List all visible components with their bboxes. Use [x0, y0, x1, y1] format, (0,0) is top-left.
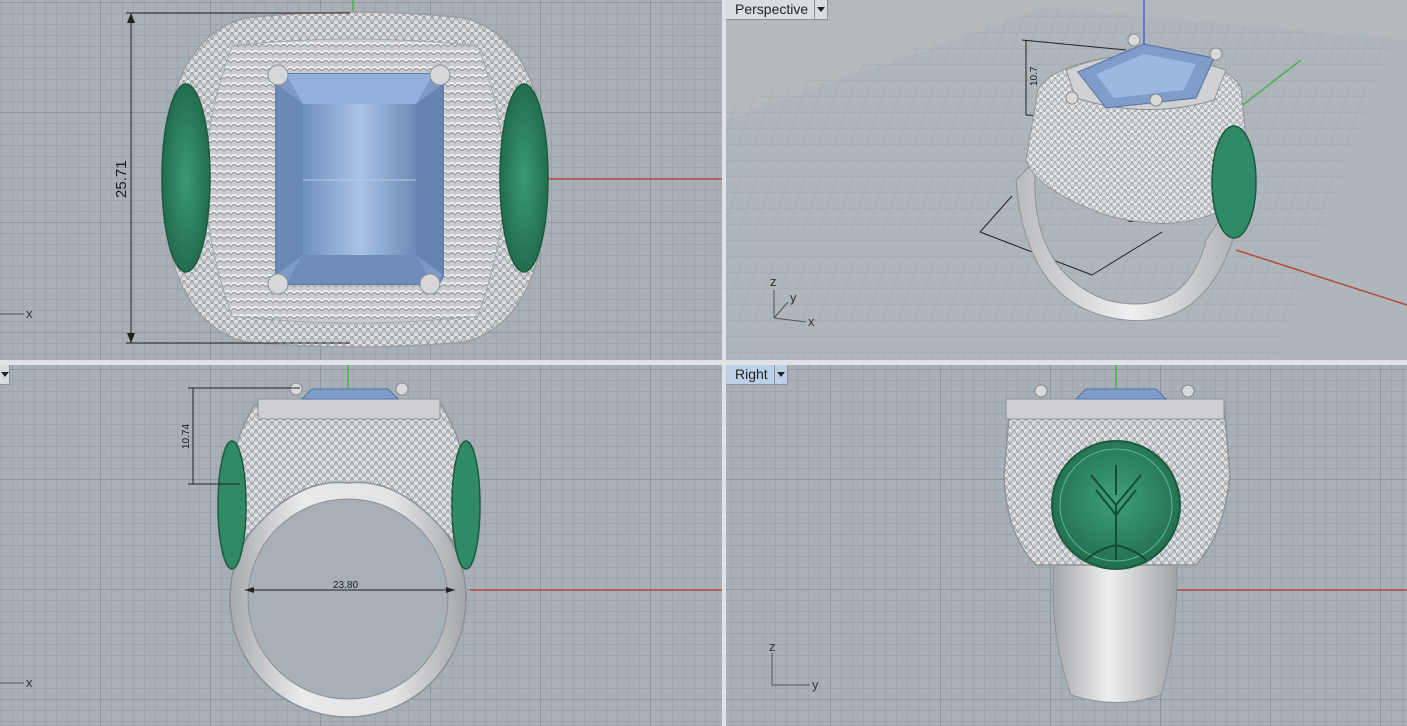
right-view-canvas: z y	[769, 365, 1407, 703]
top-view-canvas: 25.71 x	[0, 0, 722, 348]
top-axis-x-label: x	[26, 306, 33, 321]
right-axis-y-label: y	[812, 677, 819, 692]
front-viewport-menu-button[interactable]	[0, 365, 9, 384]
perspective-viewport-title: Perspective	[735, 1, 809, 17]
front-axis-x-label: x	[26, 675, 33, 690]
persp-height-label: 10.7	[1029, 66, 1040, 86]
right-viewport-title: Right	[735, 366, 768, 382]
right-axis-z-label: z	[769, 639, 776, 654]
front-view-canvas: 10.74 23.80 x	[0, 365, 722, 718]
viewport-menu-button[interactable]	[814, 0, 827, 19]
horizontal-viewport-splitter[interactable]	[0, 360, 1407, 365]
chevron-down-icon	[0, 372, 9, 377]
right-viewport-menu-button[interactable]	[773, 365, 787, 384]
right-viewport[interactable]: z y Right	[726, 365, 1407, 726]
chevron-down-icon	[817, 7, 826, 12]
top-viewport[interactable]: 25.71 x	[0, 0, 722, 360]
front-width-label: 23.80	[333, 580, 358, 591]
persp-axis-y-label: y	[790, 290, 797, 305]
perspective-viewport[interactable]: 10.7 23.8 z y x	[726, 0, 1407, 360]
front-height-label: 10.74	[181, 424, 192, 449]
front-viewport[interactable]: 10.74 23.80 x	[0, 365, 722, 726]
right-viewport-tab[interactable]: Right	[726, 365, 788, 385]
persp-axis-z-label: z	[770, 274, 777, 289]
front-viewport-tab[interactable]	[0, 365, 10, 385]
perspective-viewport-tab[interactable]: Perspective	[726, 0, 829, 20]
rhino-workspace: 25.71 x 10.7 z y x Perspective 10.74 23.…	[0, 0, 1407, 726]
perspective-view-canvas: 10.7 23.8 z y x	[726, 0, 1407, 360]
persp-axis-x-label: x	[808, 314, 815, 329]
top-dimension-label: 25.71	[113, 160, 130, 198]
chevron-down-icon	[776, 372, 785, 377]
